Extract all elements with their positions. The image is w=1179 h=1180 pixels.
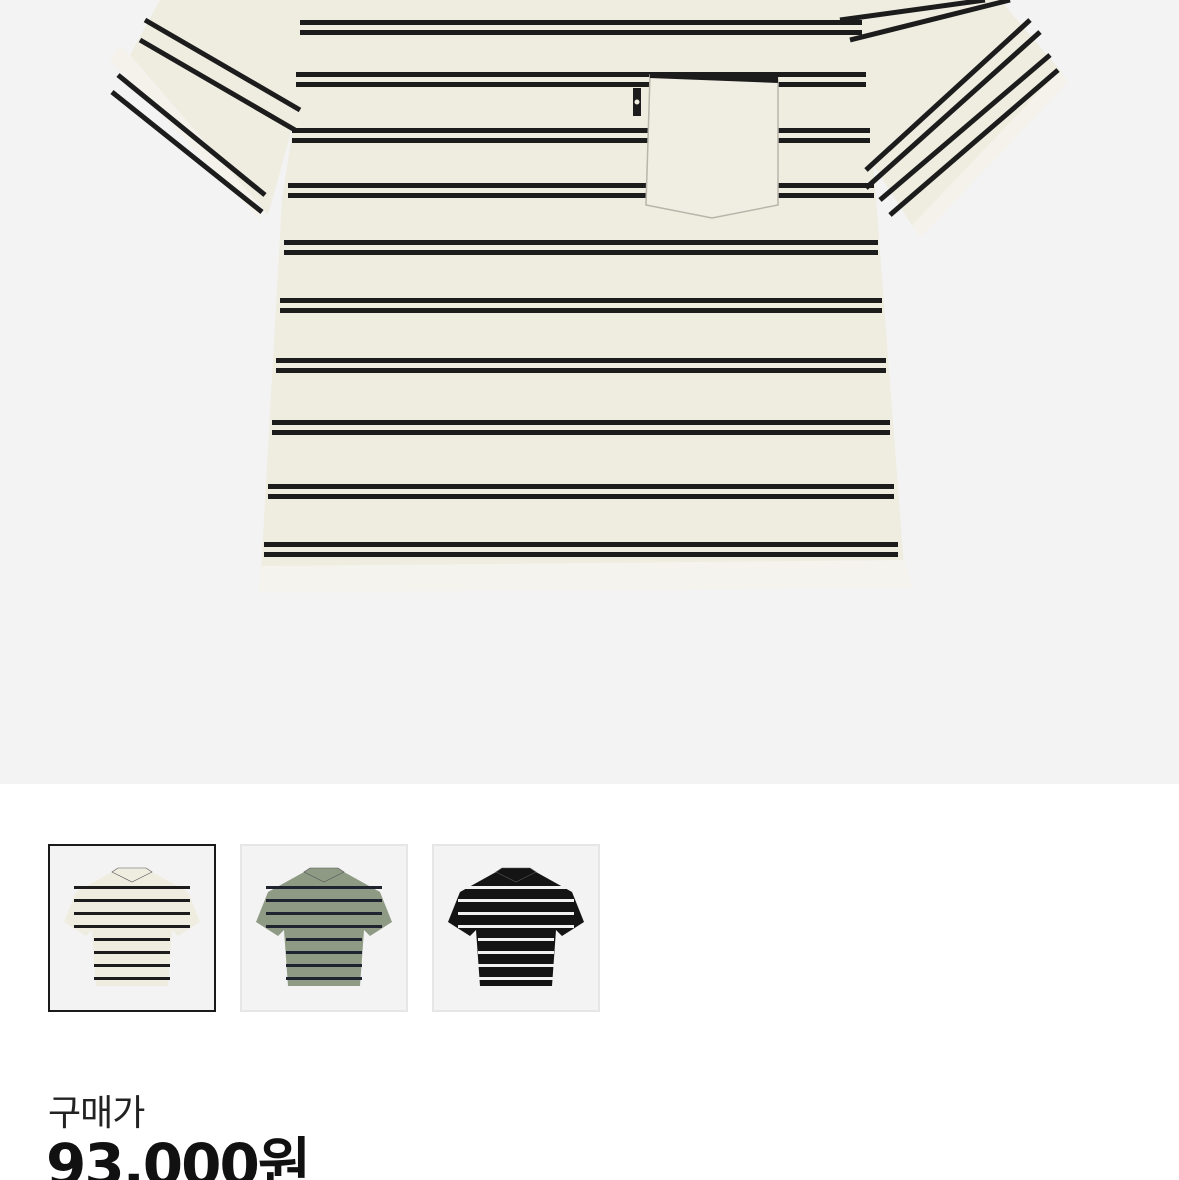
- thumbnail-shirt-image: [256, 867, 392, 986]
- thumbnail-shirt-image: [64, 867, 200, 986]
- striped-polo-shirt-image: [110, 0, 1068, 592]
- chest-pocket: [633, 72, 779, 219]
- price-label: 구매가: [48, 1093, 145, 1134]
- price-value: 93,000원: [46, 1131, 311, 1180]
- thumbnail-ivory[interactable]: [48, 844, 216, 1012]
- shirt-body: [260, 0, 905, 590]
- thumbnail-black[interactable]: [432, 844, 600, 1012]
- product-detail-page: 구매가 93,000원: [0, 0, 1179, 1180]
- thumbnail-list: [48, 844, 600, 1012]
- thumbnail-olive[interactable]: [240, 844, 408, 1012]
- product-main-image[interactable]: [0, 0, 1179, 784]
- thumbnail-shirt-image: [448, 867, 584, 986]
